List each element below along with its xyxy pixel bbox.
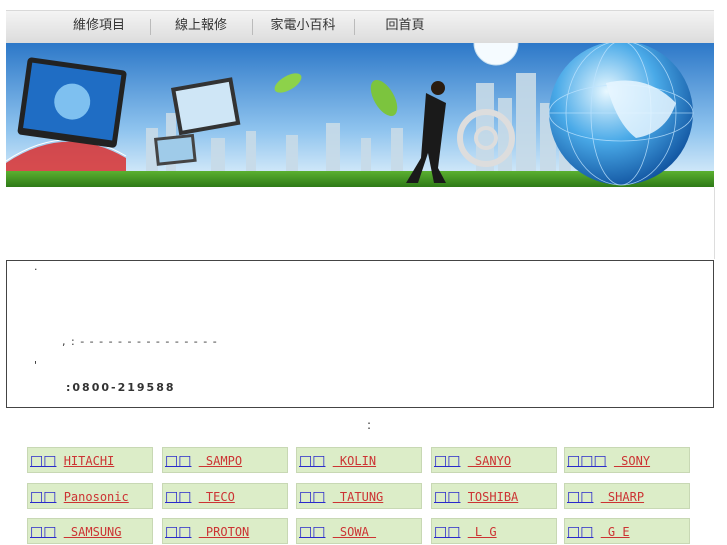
brand-link-tatung[interactable]: □□ TATUNG bbox=[296, 483, 422, 509]
service-phone: :0800-219588 bbox=[66, 381, 176, 394]
brand-link-sony[interactable]: □□□ SONY bbox=[564, 447, 690, 473]
nav-appliance-encyclopedia[interactable]: 家電小百科 bbox=[252, 11, 354, 43]
header-banner bbox=[6, 43, 714, 187]
brand-link-toshiba[interactable]: □□ TOSHIBA bbox=[431, 483, 557, 509]
brand-name: SOWA bbox=[332, 525, 377, 539]
brand-name: TATUNG bbox=[332, 490, 384, 504]
brand-link-lg[interactable]: □□ L G bbox=[431, 518, 557, 544]
brand-link-sampo[interactable]: □□ SAMPO bbox=[162, 447, 288, 473]
info-panel: · , : - - - - - - - - - - - - - - - ' :0… bbox=[6, 260, 714, 408]
brand-link-hitachi[interactable]: □□ HITACHI bbox=[27, 447, 153, 473]
brand-glyph: □□ bbox=[567, 489, 594, 505]
info-line-2: , : - - - - - - - - - - - - - - - bbox=[62, 335, 218, 348]
brand-name: SAMSUNG bbox=[63, 525, 122, 539]
brand-glyph: □□ bbox=[165, 489, 192, 505]
brand-name: SANYO bbox=[467, 454, 512, 468]
brand-glyph: □□ bbox=[30, 489, 57, 505]
brand-name: G E bbox=[600, 525, 630, 539]
info-line-1: · bbox=[34, 263, 39, 276]
brand-name: TECO bbox=[198, 490, 235, 504]
brand-list-heading: : bbox=[367, 418, 372, 432]
brand-glyph: □□ bbox=[434, 489, 461, 505]
top-navigation: 維修項目 線上報修 家電小百科 回首頁 bbox=[6, 11, 714, 43]
brand-name: HITACHI bbox=[63, 454, 115, 468]
brand-name: SONY bbox=[613, 454, 651, 468]
brand-glyph: □□ bbox=[299, 489, 326, 505]
brand-glyph: □□ bbox=[30, 453, 57, 469]
brand-link-samsung[interactable]: □□ SAMSUNG bbox=[27, 518, 153, 544]
brand-link-teco[interactable]: □□ TECO bbox=[162, 483, 288, 509]
brand-glyph: □□□ bbox=[567, 453, 607, 469]
brand-link-sharp[interactable]: □□ SHARP bbox=[564, 483, 690, 509]
brand-name: TOSHIBA bbox=[467, 490, 519, 504]
brand-link-kolin[interactable]: □□ KOLIN bbox=[296, 447, 422, 473]
brand-link-sanyo[interactable]: □□ SANYO bbox=[431, 447, 557, 473]
brand-link-panosonic[interactable]: □□ Panosonic bbox=[27, 483, 153, 509]
brand-glyph: □□ bbox=[165, 453, 192, 469]
brand-name: KOLIN bbox=[332, 454, 377, 468]
nav-repair-items[interactable]: 維修項目 bbox=[48, 11, 150, 43]
brand-glyph: □□ bbox=[299, 524, 326, 540]
brand-glyph: □□ bbox=[299, 453, 326, 469]
brand-glyph: □□ bbox=[165, 524, 192, 540]
brand-glyph: □□ bbox=[434, 453, 461, 469]
brand-link-sowa[interactable]: □□ SOWA bbox=[296, 518, 422, 544]
brand-glyph: □□ bbox=[567, 524, 594, 540]
brand-name: L G bbox=[467, 525, 497, 539]
brand-name: PROTON bbox=[198, 525, 250, 539]
brand-name: SHARP bbox=[600, 490, 645, 504]
spacer-area bbox=[6, 187, 715, 259]
brand-name: SAMPO bbox=[198, 454, 243, 468]
brand-glyph: □□ bbox=[30, 524, 57, 540]
brand-glyph: □□ bbox=[434, 524, 461, 540]
info-line-3: ' bbox=[34, 359, 39, 372]
brand-link-ge[interactable]: □□ G E bbox=[564, 518, 690, 544]
nav-home[interactable]: 回首頁 bbox=[354, 11, 456, 43]
brand-name: Panosonic bbox=[63, 490, 129, 504]
brand-link-proton[interactable]: □□ PROTON bbox=[162, 518, 288, 544]
nav-online-repair[interactable]: 線上報修 bbox=[150, 11, 252, 43]
banner-illustration bbox=[6, 43, 714, 187]
